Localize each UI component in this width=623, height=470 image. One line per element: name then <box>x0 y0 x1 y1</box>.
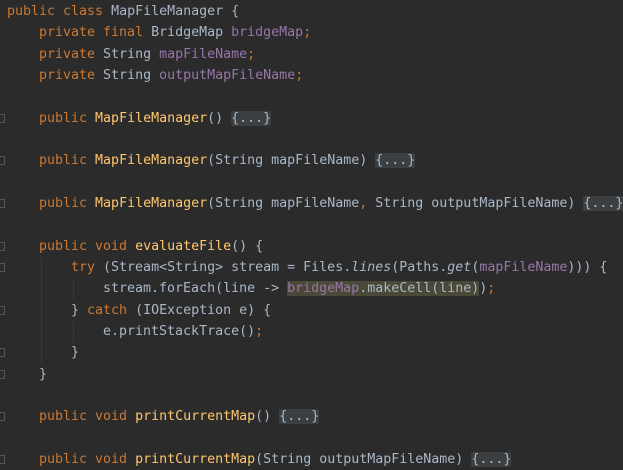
folded-code-block[interactable]: {...} <box>583 195 623 211</box>
code-token: bridgeMap <box>231 25 304 41</box>
code-token: printCurrentMap <box>135 409 256 425</box>
code-token: outputMapFileName <box>159 67 296 83</box>
code-token: } <box>71 302 88 318</box>
code-editor[interactable]: public class MapFileManager {private fin… <box>0 0 623 467</box>
code-token: public class <box>7 4 112 19</box>
code-token: String <box>103 67 160 83</box>
code-token: BridgeMap <box>151 25 232 41</box>
folded-code-block[interactable]: {...} <box>231 110 272 126</box>
code-token: MapFileManager <box>95 110 208 126</box>
code-token: public void <box>39 451 136 467</box>
code-line[interactable]: private final BridgeMap bridgeMap; <box>39 22 311 43</box>
code-line[interactable]: } catch (IOException e) { <box>71 300 271 321</box>
code-token: catch <box>87 302 136 318</box>
code-token: MapFileManager { <box>111 4 240 19</box>
code-line[interactable]: public void evaluateFile() { <box>39 236 263 257</box>
code-token: .makeCell(line) <box>359 281 480 297</box>
code-token: (String mapFileName <box>207 195 360 211</box>
code-token: try <box>71 259 104 275</box>
folded-code-block[interactable]: {...} <box>279 409 320 425</box>
code-token: (Stream<String> stream = Files. <box>103 259 352 275</box>
code-token: (IOException e) { <box>135 302 272 318</box>
code-token: ))) { <box>567 259 608 275</box>
code-token: String outputMapFileName) <box>375 195 584 211</box>
code-token: public void <box>39 409 136 425</box>
code-line[interactable]: } <box>71 342 79 363</box>
code-line[interactable]: private String mapFileName; <box>39 44 255 65</box>
code-token: (String mapFileName) <box>207 153 376 169</box>
code-token: ; <box>255 323 264 339</box>
code-token: () <box>207 110 232 126</box>
fold-marker-icon[interactable] <box>0 241 5 251</box>
code-token: private final <box>39 25 152 41</box>
code-line[interactable]: public MapFileManager(String mapFileName… <box>39 150 416 171</box>
code-token: } <box>71 345 80 361</box>
code-token: e.printStackTrace() <box>103 323 256 339</box>
code-token: stream.forEach(line -> <box>103 281 288 297</box>
code-token: printCurrentMap <box>135 451 256 467</box>
code-line[interactable]: public MapFileManager() {...} <box>39 108 272 129</box>
indent-guide <box>73 322 74 342</box>
fold-marker-icon[interactable] <box>0 156 5 166</box>
indent-guide <box>73 279 74 299</box>
fold-marker-icon[interactable] <box>0 113 5 123</box>
code-token: public <box>39 110 96 126</box>
code-token: mapFileName <box>159 46 248 62</box>
fold-marker-icon[interactable] <box>0 348 5 358</box>
code-line[interactable]: try (Stream<String> stream = Files.lines… <box>71 257 607 278</box>
fold-marker-icon[interactable] <box>0 454 5 464</box>
folded-code-block[interactable]: {...} <box>375 153 416 169</box>
code-token: get <box>447 259 472 275</box>
code-line[interactable]: e.printStackTrace(); <box>103 321 263 342</box>
code-token: } <box>39 366 48 382</box>
code-token: bridgeMap <box>287 281 360 297</box>
code-token: () { <box>231 238 264 254</box>
code-line[interactable]: public class MapFileManager { <box>7 1 239 22</box>
code-token: MapFileManager <box>95 195 208 211</box>
code-token: evaluateFile <box>135 238 232 254</box>
fold-marker-icon[interactable] <box>0 369 5 379</box>
code-token: public void <box>39 238 136 254</box>
code-token: ; <box>247 46 256 62</box>
code-token: ; <box>487 281 496 297</box>
code-token: , <box>359 195 376 211</box>
code-token: (Paths. <box>391 259 448 275</box>
code-line[interactable]: stream.forEach(line -> bridgeMap.makeCel… <box>103 278 495 299</box>
code-line[interactable]: public void printCurrentMap(String outpu… <box>39 449 512 470</box>
code-token: private <box>39 46 104 62</box>
code-token: lines <box>351 259 392 275</box>
code-token: private <box>39 67 104 83</box>
code-token: MapFileManager <box>95 153 208 169</box>
code-line[interactable]: } <box>39 364 47 385</box>
fold-marker-icon[interactable] <box>0 198 5 208</box>
code-token: ; <box>303 25 312 41</box>
fold-marker-icon[interactable] <box>0 262 5 272</box>
fold-marker-icon[interactable] <box>0 305 5 315</box>
code-token: public <box>39 195 96 211</box>
code-token: String <box>103 46 160 62</box>
code-line[interactable]: private String outputMapFileName; <box>39 65 303 86</box>
indent-guide <box>41 258 42 363</box>
code-line[interactable]: public void printCurrentMap() {...} <box>39 406 320 427</box>
folded-code-block[interactable]: {...} <box>471 451 512 467</box>
code-line[interactable]: public MapFileManager(String mapFileName… <box>39 193 623 214</box>
code-token: () <box>255 409 280 425</box>
code-token: mapFileName <box>479 259 568 275</box>
fold-gutter[interactable] <box>0 0 6 464</box>
code-token: public <box>39 153 96 169</box>
code-token: (String outputMapFileName) <box>255 451 472 467</box>
fold-marker-icon[interactable] <box>0 412 5 422</box>
code-token: ; <box>295 67 304 83</box>
